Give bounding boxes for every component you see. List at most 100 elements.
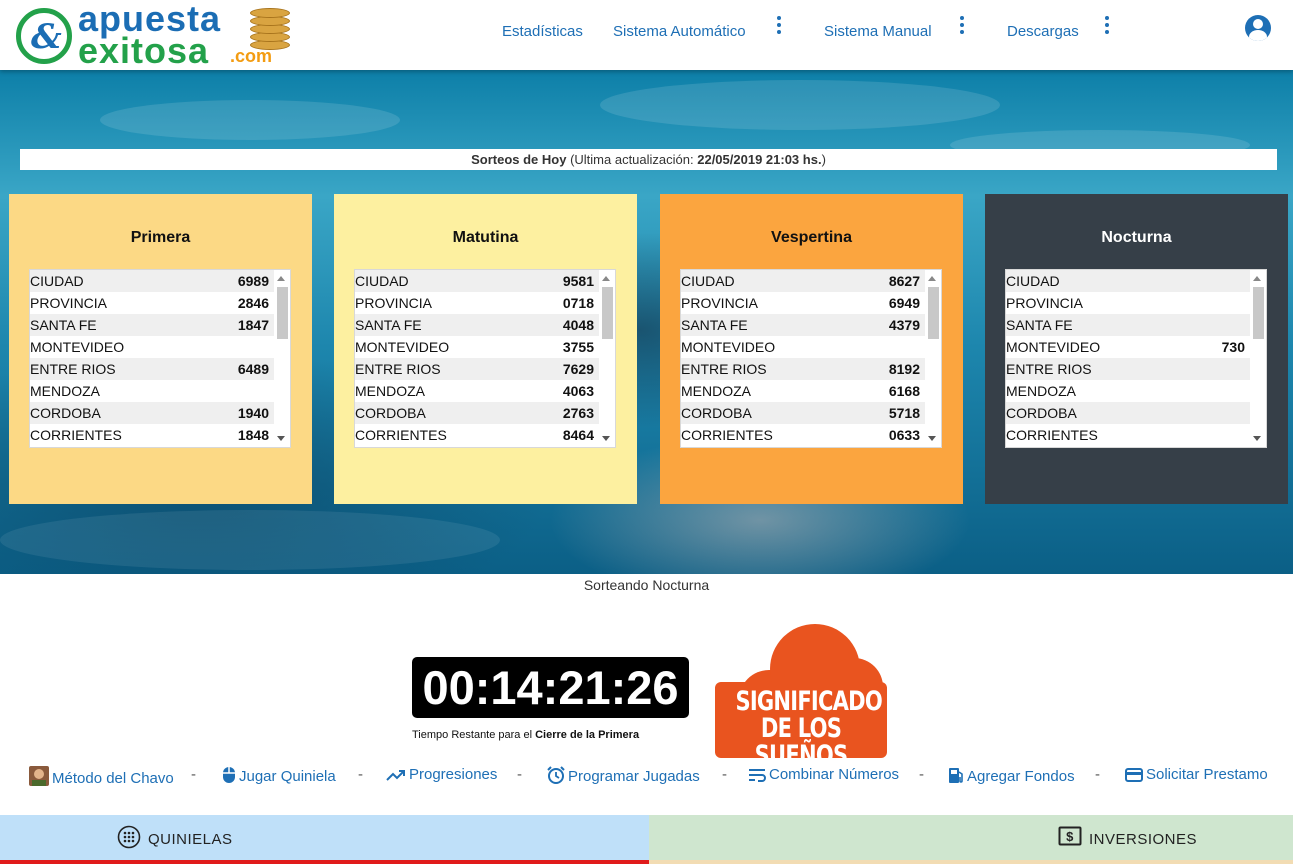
- kebab-vertical-icon[interactable]: [1103, 16, 1111, 38]
- result-row: MENDOZA: [30, 380, 290, 402]
- wrap-text-icon: [748, 768, 766, 786]
- results-list[interactable]: CIUDAD PROVINCIA SANTA FE MONTEVIDEO 730 ENTR…: [1005, 269, 1267, 448]
- winning-number: 6168: [888, 383, 920, 399]
- trending-up-icon: [386, 768, 406, 786]
- winning-number: 3755: [562, 339, 594, 355]
- svg-text:$: $: [1066, 829, 1074, 844]
- result-row: MONTEVIDEO 730: [1006, 336, 1266, 358]
- results-list[interactable]: CIUDAD 9581 PROVINCIA 0718 SANTA FE 4048 MONTE…: [354, 269, 616, 448]
- province-name: PROVINCIA: [30, 295, 108, 311]
- winning-number: 2763: [562, 405, 594, 421]
- kebab-vertical-icon[interactable]: [775, 16, 783, 38]
- winning-number: 2846: [237, 295, 269, 311]
- update-label: Sorteos de Hoy: [471, 152, 567, 167]
- scrollbar-thumb[interactable]: [1253, 287, 1264, 339]
- scrollbar-thumb[interactable]: [928, 287, 939, 339]
- draw-title: Primera: [130, 229, 191, 246]
- scrollbar-thumb[interactable]: [602, 287, 613, 339]
- result-row: MENDOZA: [1006, 380, 1266, 402]
- province-name: CIUDAD: [355, 273, 409, 289]
- winning-number: 4063: [562, 383, 594, 399]
- account-circle-icon[interactable]: [1245, 15, 1271, 41]
- dreams-banner-text: SIGNIFICADO DE LOS SUEÑOS: [735, 686, 883, 771]
- winning-number: 8192: [888, 361, 920, 377]
- province-name: ENTRE RIOS: [681, 361, 767, 377]
- winning-number: 0633: [888, 427, 920, 443]
- tab-quinielas[interactable]: QUINIELAS: [0, 815, 649, 860]
- link-jugar-quiniela[interactable]: Jugar Quiniela: [222, 766, 336, 788]
- result-row: SANTA FE: [1006, 314, 1266, 336]
- scrollbar-thumb[interactable]: [277, 287, 288, 339]
- hero-banner: Sorteos de Hoy (Ultima actualización: 22…: [0, 70, 1293, 574]
- results-list[interactable]: CIUDAD 6989 PROVINCIA 2846 SANTA FE 1847 MONTE…: [29, 269, 291, 448]
- result-row: MENDOZA 4063: [355, 380, 615, 402]
- draw-card-nocturna: Nocturna CIUDAD PROVINCIA SANTA FE MONTEVIDE…: [985, 194, 1288, 504]
- list-scrollbar[interactable]: [274, 270, 290, 447]
- update-datetime: 22/05/2019 21:03 hs.: [697, 152, 822, 167]
- link-separator: -: [191, 766, 196, 783]
- result-row: ENTRE RIOS 6489: [30, 358, 290, 380]
- draw-title: Nocturna: [1101, 229, 1172, 246]
- province-name: SANTA FE: [1006, 317, 1073, 333]
- nav-descargas[interactable]: Descargas: [1007, 23, 1079, 40]
- scroll-down-arrow-icon[interactable]: [602, 436, 610, 441]
- draw-card-matutina: Matutina CIUDAD 9581 PROVINCIA 0718 SANTA FE 4…: [334, 194, 637, 504]
- result-row: SANTA FE 4048: [355, 314, 615, 336]
- link-solicitar-prestamo[interactable]: Solicitar Prestamo: [1125, 766, 1268, 786]
- dreams-line-2: DE LOS SUEÑOS: [754, 713, 848, 771]
- link-separator: -: [358, 766, 363, 783]
- link-progresiones[interactable]: Progresiones: [386, 766, 497, 786]
- link-programar-jugadas[interactable]: Programar Jugadas: [547, 766, 700, 788]
- province-name: CORDOBA: [355, 405, 426, 421]
- nav-sistema-automatico[interactable]: Sistema Automático: [613, 23, 746, 40]
- tab-quinielas-underline: [0, 860, 649, 864]
- province-name: CIUDAD: [681, 273, 735, 289]
- dreams-meaning-banner[interactable]: SIGNIFICADO DE LOS SUEÑOS: [715, 622, 887, 769]
- link-separator: -: [919, 766, 924, 783]
- draw-status: Sorteando Nocturna: [583, 577, 710, 593]
- scroll-down-arrow-icon[interactable]: [277, 436, 285, 441]
- tab-inversiones[interactable]: $ INVERSIONES: [649, 815, 1293, 860]
- scroll-up-arrow-icon[interactable]: [1253, 276, 1261, 281]
- scroll-down-arrow-icon[interactable]: [928, 436, 936, 441]
- link-combinar-numeros[interactable]: Combinar Números: [748, 766, 899, 786]
- results-list[interactable]: CIUDAD 8627 PROVINCIA 6949 SANTA FE 4379 MONTE…: [680, 269, 942, 448]
- winning-number: 1847: [237, 317, 269, 333]
- scroll-up-arrow-icon[interactable]: [277, 276, 285, 281]
- draw-card-vespertina: Vespertina CIUDAD 8627 PROVINCIA 6949 SANTA F…: [660, 194, 963, 504]
- draw-card-primera: Primera CIUDAD 6989 PROVINCIA 2846 SANTA FE 18…: [9, 194, 312, 504]
- nav-estadisticas[interactable]: Estadísticas: [502, 23, 583, 40]
- dollar-box-icon: $: [1058, 826, 1082, 850]
- list-scrollbar[interactable]: [1250, 270, 1266, 447]
- result-row: CIUDAD 9581: [355, 270, 615, 292]
- result-row: CORDOBA 1940: [30, 402, 290, 424]
- winning-number: 730: [1221, 339, 1245, 355]
- province-name: SANTA FE: [30, 317, 97, 333]
- result-row: SANTA FE 1847: [30, 314, 290, 336]
- province-name: MONTEVIDEO: [30, 339, 125, 355]
- scroll-up-arrow-icon[interactable]: [928, 276, 936, 281]
- province-name: MENDOZA: [30, 383, 100, 399]
- section-tabs: QUINIELAS $ INVERSIONES: [0, 815, 1293, 864]
- scroll-down-arrow-icon[interactable]: [1253, 436, 1261, 441]
- result-row: PROVINCIA 6949: [681, 292, 941, 314]
- kebab-vertical-icon[interactable]: [958, 16, 966, 38]
- scroll-up-arrow-icon[interactable]: [602, 276, 610, 281]
- province-name: CORRIENTES: [681, 427, 773, 443]
- link-agregar-fondos[interactable]: Agregar Fondos: [948, 766, 1075, 788]
- list-scrollbar[interactable]: [599, 270, 615, 447]
- province-name: CORRIENTES: [30, 427, 122, 443]
- site-logo[interactable]: & apuesta exitosa .com: [16, 0, 301, 71]
- update-close: ): [821, 152, 826, 167]
- quick-links: Método del Chavo - Jugar Quiniela - Prog…: [0, 764, 1293, 788]
- province-name: CORRIENTES: [355, 427, 447, 443]
- result-row: CIUDAD 8627: [681, 270, 941, 292]
- province-name: PROVINCIA: [1006, 295, 1084, 311]
- link-metodo-del-chavo[interactable]: Método del Chavo: [29, 766, 174, 790]
- province-name: MENDOZA: [681, 383, 751, 399]
- list-scrollbar[interactable]: [925, 270, 941, 447]
- dreams-line-1: SIGNIFICADO: [735, 686, 883, 717]
- result-row: PROVINCIA 0718: [355, 292, 615, 314]
- nav-sistema-manual[interactable]: Sistema Manual: [824, 23, 932, 40]
- province-name: CORDOBA: [681, 405, 752, 421]
